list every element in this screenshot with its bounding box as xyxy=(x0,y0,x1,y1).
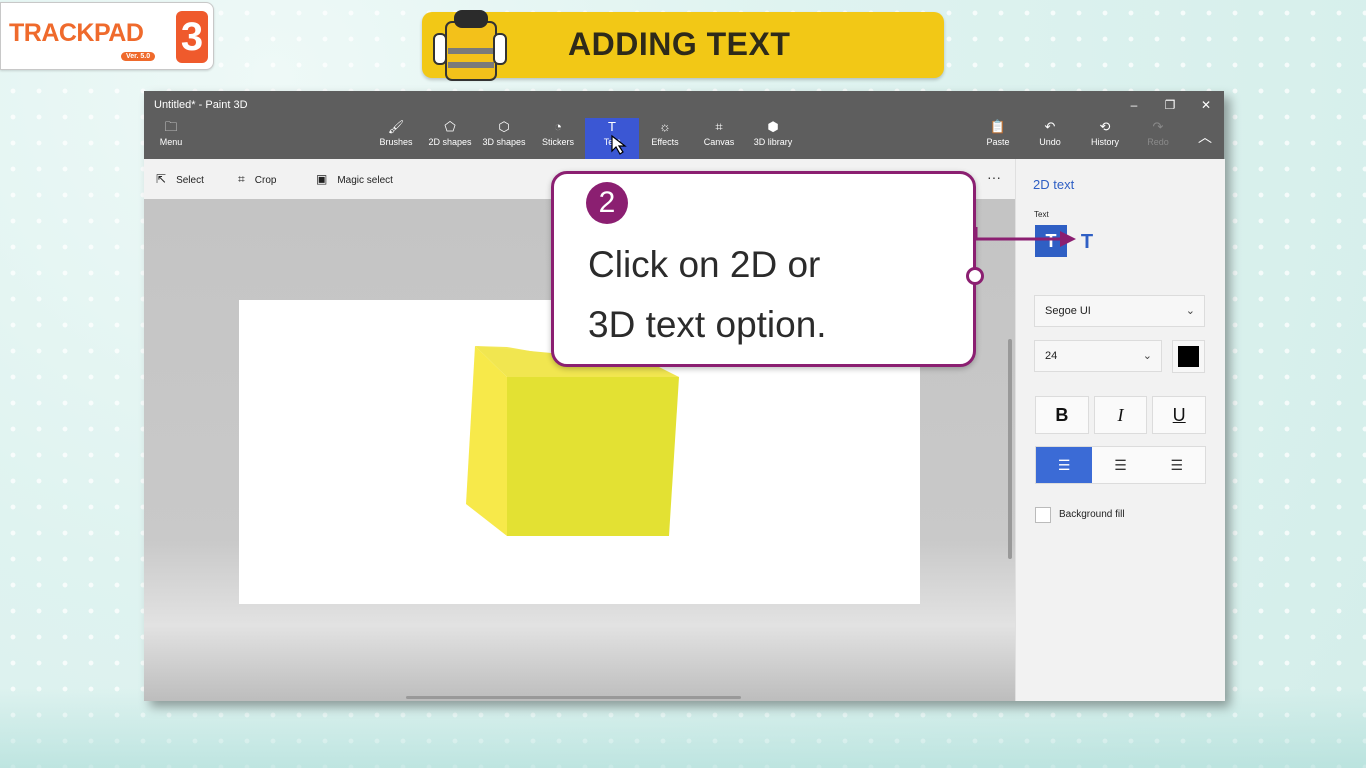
align-right-button[interactable]: ☰ xyxy=(1148,447,1205,483)
align-left-button[interactable]: ☰ xyxy=(1036,447,1093,483)
pointer-arrow-icon xyxy=(976,227,1076,247)
background-fill-checkbox[interactable] xyxy=(1035,507,1051,523)
menu-button[interactable]: 🗀 Menu xyxy=(152,118,190,159)
tool-label: Undo xyxy=(1039,137,1061,147)
horizontal-scrollbar[interactable] xyxy=(406,696,741,699)
2d-shapes-icon: ⬠ xyxy=(444,119,456,134)
magic-select-label: Magic select xyxy=(337,175,393,186)
paste-button[interactable]: 📋 Paste xyxy=(982,118,1014,159)
crop-icon: ⌗ xyxy=(238,172,245,186)
background-fill-label: Background fill xyxy=(1059,509,1125,520)
more-options-button[interactable]: ··· xyxy=(987,169,1001,185)
folder-icon: 🗀 xyxy=(164,119,178,134)
tool-label: Stickers xyxy=(541,137,574,147)
align-right-icon: ☰ xyxy=(1170,457,1184,473)
logo-badge: 3 xyxy=(176,11,208,63)
tool-canvas[interactable]: ⌗ Canvas xyxy=(700,118,738,159)
cursor-icon: ⇱ xyxy=(156,172,167,186)
paste-icon: 📋 xyxy=(989,119,1007,134)
select-label: Select xyxy=(176,175,204,186)
menu-label: Menu xyxy=(159,137,183,147)
tool-label: 2D shapes xyxy=(428,137,472,147)
font-family-dropdown[interactable]: Segoe UI ⌄ xyxy=(1034,295,1205,327)
step-number: 2 xyxy=(586,182,628,224)
logo-text: TRACKPAD xyxy=(9,19,144,47)
3d-library-icon: ⬢ xyxy=(767,119,779,134)
mouse-cursor-icon xyxy=(611,134,627,155)
history-icon: ⟲ xyxy=(1099,119,1111,134)
minimize-button[interactable]: – xyxy=(1116,93,1152,117)
instruction-line-1: Click on 2D or xyxy=(588,244,821,285)
tool-brushes[interactable]: 🖌 Brushes xyxy=(376,118,416,159)
chevron-down-icon: ⌄ xyxy=(1185,305,1195,317)
redo-button[interactable]: ↷ Redo xyxy=(1142,118,1174,159)
window-controls: – ❐ ✕ xyxy=(1116,93,1224,117)
lesson-title: ADDING TEXT xyxy=(568,26,791,62)
instruction-line-2: 3D text option. xyxy=(588,304,827,345)
format-buttons: B I U xyxy=(1035,396,1207,434)
tool-label: 3D library xyxy=(753,137,793,147)
3d-shapes-icon: ⬡ xyxy=(498,119,510,134)
brush-icon: 🖌 xyxy=(387,119,405,134)
alignment-buttons: ☰ ☰ ☰ xyxy=(1035,446,1206,484)
font-size-dropdown[interactable]: 24 ⌄ xyxy=(1034,340,1162,372)
magic-select-icon: ▣ xyxy=(316,172,328,186)
lesson-banner: ADDING TEXT xyxy=(422,10,944,81)
collapse-toolbar-chevron-icon[interactable]: ︿ xyxy=(1198,127,1212,147)
callout-connector-dot xyxy=(966,267,984,285)
redo-icon: ↷ xyxy=(1152,119,1164,134)
tool-label: History xyxy=(1090,137,1119,147)
close-button[interactable]: ✕ xyxy=(1188,93,1224,117)
text-color-picker[interactable] xyxy=(1172,340,1205,373)
color-swatch xyxy=(1178,346,1199,367)
trackpad-logo: TRACKPAD Ver. 5.0 3 xyxy=(0,2,214,70)
italic-button[interactable]: I xyxy=(1093,396,1148,434)
effects-icon: ☼ xyxy=(659,119,671,134)
font-family-value: Segoe UI xyxy=(1045,305,1091,317)
title-bar: Untitled* - Paint 3D – ❐ ✕ 🗀 Menu 🖌 Brus… xyxy=(144,91,1224,159)
magic-select-tool[interactable]: ▣ Magic select xyxy=(316,172,393,186)
tool-3d-library[interactable]: ⬢ 3D library xyxy=(748,118,798,159)
robot-mascot-icon xyxy=(433,10,507,81)
crop-tool[interactable]: ⌗ Crop xyxy=(238,172,276,187)
align-left-icon: ☰ xyxy=(1057,457,1071,473)
sticker-icon: ◔ xyxy=(554,119,562,134)
tool-2d-shapes[interactable]: ⬠ 2D shapes xyxy=(426,118,474,159)
undo-button[interactable]: ↶ Undo xyxy=(1034,118,1066,159)
tool-label: Brushes xyxy=(379,137,413,147)
bold-button[interactable]: B xyxy=(1035,396,1089,434)
canvas-icon: ⌗ xyxy=(715,119,723,134)
tool-stickers[interactable]: ◔ Stickers xyxy=(536,118,580,159)
undo-icon: ↶ xyxy=(1044,119,1056,134)
restore-button[interactable]: ❐ xyxy=(1152,93,1188,117)
underline-button[interactable]: U xyxy=(1152,396,1207,434)
align-center-button[interactable]: ☰ xyxy=(1092,447,1149,483)
tool-effects[interactable]: ☼ Effects xyxy=(646,118,684,159)
logo-version: Ver. 5.0 xyxy=(121,52,156,61)
tool-label: Canvas xyxy=(703,137,735,147)
tool-label: Paste xyxy=(986,137,1010,147)
tool-label: Effects xyxy=(651,137,679,147)
crop-label: Crop xyxy=(254,175,277,186)
history-button[interactable]: ⟲ History xyxy=(1086,118,1124,159)
tool-3d-shapes[interactable]: ⬡ 3D shapes xyxy=(480,118,528,159)
tool-label: 3D shapes xyxy=(482,137,526,147)
chevron-down-icon: ⌄ xyxy=(1142,350,1152,362)
panel-title: 2D text xyxy=(1033,177,1075,192)
align-center-icon: ☰ xyxy=(1114,457,1127,473)
select-tool[interactable]: ⇱ Select xyxy=(156,172,204,186)
text-type-label: Text xyxy=(1034,210,1049,219)
vertical-scrollbar[interactable] xyxy=(1008,339,1012,559)
window-title: Untitled* - Paint 3D xyxy=(154,99,248,111)
tool-label: Redo xyxy=(1147,137,1169,147)
font-size-value: 24 xyxy=(1045,350,1058,362)
instruction-callout: 2 Click on 2D or 3D text option. xyxy=(551,171,976,367)
